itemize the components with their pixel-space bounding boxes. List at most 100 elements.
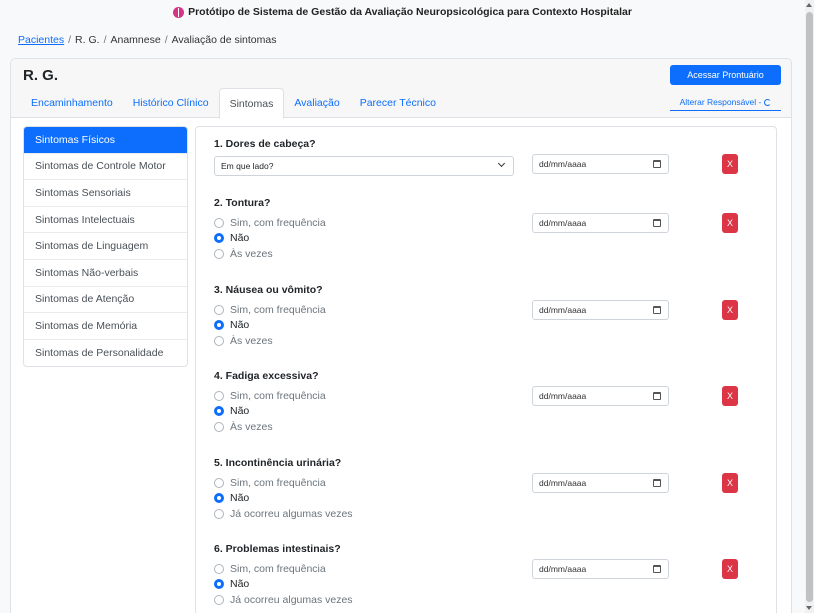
question-intestinal: 6. Problemas intestinais? Sim, com frequ… <box>214 543 353 608</box>
radio-option[interactable]: Sim, com frequência <box>214 475 353 491</box>
patient-card: R. G. Acessar Prontuário Alterar Respons… <box>10 58 792 613</box>
radio-label: Às vezes <box>230 247 273 260</box>
date-input[interactable]: dd/mm/aaaa <box>532 473 669 493</box>
radio-option[interactable]: Sim, com frequência <box>214 561 353 577</box>
radio-option[interactable]: Não <box>214 491 353 507</box>
date-input[interactable]: dd/mm/aaaa <box>532 559 669 579</box>
tab-encaminhamento[interactable]: Encaminhamento <box>21 88 123 118</box>
delete-button[interactable]: X <box>722 213 738 233</box>
question-title: 5. Incontinência urinária? <box>214 457 342 469</box>
sidebar-item-fisicos[interactable]: Sintomas Físicos <box>24 127 187 154</box>
radio-option[interactable]: Sim, com frequência <box>214 302 326 318</box>
radio-button[interactable] <box>214 563 224 574</box>
question-title: 4. Fadiga excessiva? <box>214 370 319 382</box>
radio-label: Sim, com frequência <box>230 389 326 402</box>
breadcrumb-separator: / <box>164 34 168 46</box>
scroll-up-arrow-icon[interactable] <box>806 3 812 7</box>
radio-button[interactable] <box>214 594 224 605</box>
question-title: 1. Dores de cabeça? <box>214 138 316 150</box>
sidebar-item-personalidade[interactable]: Sintomas de Personalidade <box>24 340 187 367</box>
radio-label: Não <box>230 578 250 591</box>
calendar-icon[interactable] <box>653 392 661 400</box>
breadcrumb-separator: / <box>68 34 72 46</box>
headache-side-select[interactable]: Em que lado? <box>214 156 514 176</box>
radio-option[interactable]: Não <box>214 404 326 420</box>
sidebar-item-sensoriais[interactable]: Sintomas Sensoriais <box>24 180 187 207</box>
sidebar-item-controle-motor[interactable]: Sintomas de Controle Motor <box>24 154 187 181</box>
radio-button-checked[interactable] <box>214 233 224 244</box>
card-header: R. G. Acessar Prontuário Alterar Respons… <box>11 59 791 119</box>
calendar-icon[interactable] <box>653 306 661 314</box>
access-record-button[interactable]: Acessar Prontuário <box>670 65 781 85</box>
sidebar-item-intelectuais[interactable]: Sintomas Intelectuais <box>24 207 187 234</box>
radio-button[interactable] <box>214 304 224 315</box>
radio-button[interactable] <box>214 477 224 488</box>
radio-label: Sim, com frequência <box>230 562 326 575</box>
radio-button[interactable] <box>214 335 224 346</box>
calendar-icon[interactable] <box>653 565 661 573</box>
tab-parecer-tecnico[interactable]: Parecer Técnico <box>350 88 446 118</box>
date-input[interactable]: dd/mm/aaaa <box>532 213 669 233</box>
scroll-down-arrow-icon[interactable] <box>806 606 812 610</box>
calendar-icon[interactable] <box>653 219 661 227</box>
radio-button[interactable] <box>214 508 224 519</box>
radio-label: Sim, com frequência <box>230 303 326 316</box>
radio-button-checked[interactable] <box>214 406 224 417</box>
radio-option[interactable]: Não <box>214 231 326 247</box>
radio-option[interactable]: Às vezes <box>214 333 326 349</box>
delete-button[interactable]: X <box>722 473 738 493</box>
date-placeholder: dd/mm/aaaa <box>539 218 587 228</box>
radio-option[interactable]: Já ocorreu algumas vezes <box>214 506 353 522</box>
question-fatigue: 4. Fadiga excessiva? Sim, com frequência… <box>214 370 326 435</box>
radio-button-checked[interactable] <box>214 493 224 504</box>
sidebar-item-nao-verbais[interactable]: Sintomas Não-verbais <box>24 260 187 287</box>
tab-sintomas[interactable]: Sintomas <box>218 88 285 119</box>
question-incontinence: 5. Incontinência urinária? Sim, com freq… <box>214 457 353 522</box>
tab-historico-clinico[interactable]: Histórico Clínico <box>123 88 219 118</box>
radio-option[interactable]: Sim, com frequência <box>214 215 326 231</box>
radio-button-checked[interactable] <box>214 579 224 590</box>
refresh-icon <box>764 98 772 106</box>
question-title: 6. Problemas intestinais? <box>214 543 341 555</box>
radio-label: Não <box>230 405 250 418</box>
radio-button[interactable] <box>214 248 224 259</box>
radio-option[interactable]: Sim, com frequência <box>214 388 326 404</box>
radio-option[interactable]: Às vezes <box>214 419 326 435</box>
date-placeholder: dd/mm/aaaa <box>539 478 587 488</box>
radio-label: Não <box>230 319 250 332</box>
radio-button-checked[interactable] <box>214 320 224 331</box>
breadcrumb-pacientes-link[interactable]: Pacientes <box>18 34 64 46</box>
page-scrollbar[interactable] <box>805 0 814 613</box>
calendar-icon[interactable] <box>653 479 661 487</box>
radio-label: Às vezes <box>230 334 273 347</box>
date-input[interactable]: dd/mm/aaaa <box>532 300 669 320</box>
scroll-thumb[interactable] <box>806 12 813 602</box>
date-placeholder: dd/mm/aaaa <box>539 564 587 574</box>
radio-button[interactable] <box>214 217 224 228</box>
radio-option[interactable]: Às vezes <box>214 246 326 262</box>
radio-option[interactable]: Não <box>214 318 326 334</box>
date-placeholder: dd/mm/aaaa <box>539 159 587 169</box>
app-title: Protótipo de Sistema de Gestão da Avalia… <box>188 6 632 18</box>
sidebar-item-atencao[interactable]: Sintomas de Atenção <box>24 287 187 314</box>
radio-option[interactable]: Não <box>214 577 353 593</box>
delete-button[interactable]: X <box>722 154 738 174</box>
sidebar-item-linguagem[interactable]: Sintomas de Linguagem <box>24 233 187 260</box>
radio-option[interactable]: Já ocorreu algumas vezes <box>214 592 353 608</box>
select-value: Em que lado? <box>221 161 274 171</box>
calendar-icon[interactable] <box>653 160 661 168</box>
symptom-category-list: Sintomas Físicos Sintomas de Controle Mo… <box>23 126 188 368</box>
change-responsible-link[interactable]: Alterar Responsável - <box>670 94 781 111</box>
breadcrumb-anamnese: Anamnese <box>110 34 161 46</box>
radio-label: Sim, com frequência <box>230 476 326 489</box>
date-input[interactable]: dd/mm/aaaa <box>532 154 669 174</box>
delete-button[interactable]: X <box>722 559 738 579</box>
radio-label: Já ocorreu algumas vezes <box>230 593 353 606</box>
delete-button[interactable]: X <box>722 386 738 406</box>
delete-button[interactable]: X <box>722 300 738 320</box>
sidebar-item-memoria[interactable]: Sintomas de Memória <box>24 313 187 340</box>
radio-button[interactable] <box>214 421 224 432</box>
date-input[interactable]: dd/mm/aaaa <box>532 386 669 406</box>
radio-button[interactable] <box>214 390 224 401</box>
tab-avaliacao[interactable]: Avaliação <box>284 88 349 118</box>
